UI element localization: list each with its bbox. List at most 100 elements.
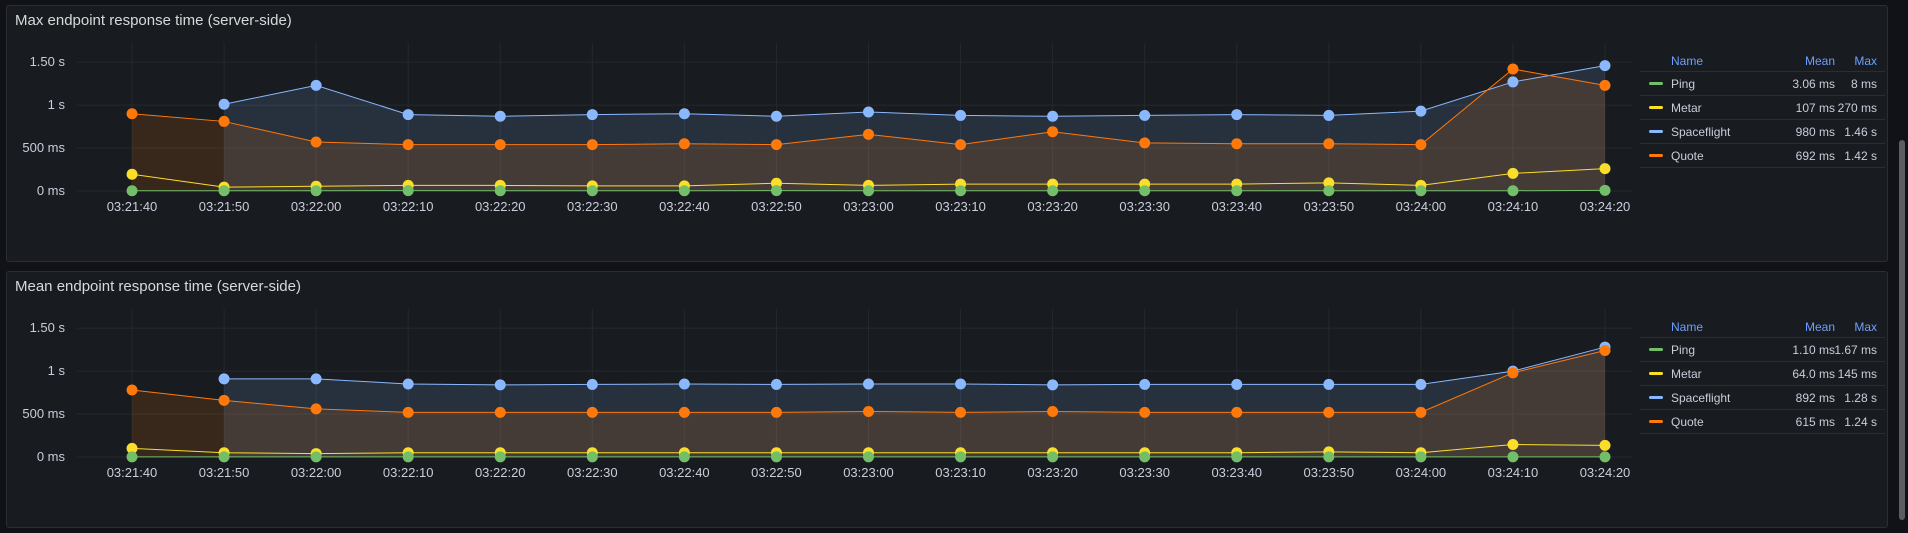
legend-series-name: Spaceflight (1671, 125, 1731, 139)
data-point-quote (1139, 137, 1151, 149)
y-tick-label: 1.50 s (30, 54, 66, 69)
data-point-quote (1231, 138, 1243, 150)
x-tick-label: 03:23:40 (1211, 199, 1262, 214)
data-point-ping (1231, 451, 1243, 463)
data-point-spaceflight (1323, 109, 1335, 121)
data-point-quote (1599, 79, 1611, 91)
legend-item-quote[interactable]: Quote 692 ms 1.42 s (1640, 144, 1885, 168)
data-point-spaceflight (586, 109, 598, 121)
data-point-quote (955, 139, 967, 151)
data-point-spaceflight (1047, 379, 1059, 391)
panel-mean-response-time[interactable]: Mean endpoint response time (server-side… (6, 271, 1888, 528)
legend-item-quote[interactable]: Quote 615 ms 1.24 s (1640, 410, 1885, 434)
y-tick-label: 1 s (48, 363, 66, 378)
legend-header: Name Mean Max (1640, 49, 1885, 72)
legend-header-name[interactable]: Name (1671, 320, 1703, 334)
legend-series-name: Ping (1671, 343, 1696, 357)
data-point-ping (1599, 451, 1611, 463)
legend-header-name[interactable]: Name (1671, 54, 1703, 68)
chart-plot[interactable]: 0 ms 500 ms 1 s 1.50 s 03:21:40 03:21:50 03:22… (7, 272, 1637, 528)
data-point-ping (1323, 185, 1335, 197)
data-point-spaceflight (1139, 378, 1151, 390)
data-point-ping (1599, 184, 1611, 196)
x-tick-label: 03:23:00 (843, 465, 894, 480)
legend-series-name: Spaceflight (1671, 391, 1731, 405)
data-point-ping (126, 451, 138, 463)
x-tick-label: 03:24:00 (1396, 465, 1447, 480)
data-point-quote (770, 139, 782, 151)
data-point-ping (494, 451, 506, 463)
legend-header-max[interactable]: Max (1854, 320, 1877, 334)
panel-max-response-time[interactable]: Max endpoint response time (server-side)… (6, 5, 1888, 262)
legend-item-spaceflight[interactable]: Spaceflight 892 ms 1.28 s (1640, 386, 1885, 410)
legend-max-value: 1.42 s (1844, 149, 1877, 163)
legend-max-value: 1.46 s (1844, 125, 1877, 139)
data-point-quote (1047, 126, 1059, 138)
legend-max-value: 8 ms (1850, 77, 1877, 91)
legend-swatch (1649, 82, 1663, 85)
data-point-metar (126, 168, 138, 180)
legend-header-mean[interactable]: Mean (1805, 54, 1835, 68)
legend-swatch (1649, 348, 1663, 351)
data-point-ping (218, 451, 230, 463)
data-point-ping (126, 185, 138, 197)
legend-item-metar[interactable]: Metar 107 ms 270 ms (1640, 96, 1885, 120)
data-point-quote (1231, 406, 1243, 418)
x-tick-label: 03:21:40 (107, 199, 158, 214)
data-point-spaceflight (1139, 109, 1151, 121)
legend-item-spaceflight[interactable]: Spaceflight 980 ms 1.46 s (1640, 120, 1885, 144)
data-point-metar (1599, 163, 1611, 175)
legend-swatch (1649, 130, 1663, 133)
legend-series-name: Quote (1671, 415, 1704, 429)
data-point-ping (1507, 451, 1519, 463)
legend-mean-value: 980 ms (1795, 125, 1835, 139)
x-tick-label: 03:22:00 (291, 199, 342, 214)
legend-mean-value: 692 ms (1795, 149, 1835, 163)
data-point-quote (402, 139, 414, 151)
legend-item-ping[interactable]: Ping 1.10 ms 1.67 ms (1640, 338, 1885, 362)
x-tick-label: 03:23:10 (935, 199, 986, 214)
x-tick-label: 03:24:20 (1580, 465, 1631, 480)
data-point-spaceflight (863, 106, 874, 118)
data-point-quote (218, 394, 230, 406)
data-point-quote (1323, 138, 1335, 150)
data-point-quote (586, 406, 598, 418)
data-point-quote (494, 406, 506, 418)
data-point-spaceflight (678, 378, 690, 390)
chart-plot[interactable]: 0 ms 500 ms 1 s 1.50 s 03:21:40 03:21:50 03:22… (7, 6, 1637, 262)
data-point-quote (310, 136, 322, 148)
data-point-quote (494, 139, 506, 151)
data-point-spaceflight (1507, 76, 1519, 88)
legend-swatch (1649, 372, 1663, 375)
page-scrollbar[interactable] (1896, 0, 1908, 533)
data-point-spaceflight (955, 109, 967, 121)
legend-table: Name Mean Max Ping 1.10 ms 1.67 ms Metar… (1640, 315, 1885, 434)
y-tick-label: 1.50 s (30, 320, 66, 335)
scrollbar-thumb[interactable] (1899, 140, 1905, 520)
legend-header-max[interactable]: Max (1854, 54, 1877, 68)
x-tick-label: 03:22:30 (567, 199, 618, 214)
x-tick-label: 03:23:30 (1119, 199, 1170, 214)
x-tick-label: 03:23:10 (935, 465, 986, 480)
data-point-ping (1231, 185, 1243, 197)
legend-item-metar[interactable]: Metar 64.0 ms 145 ms (1640, 362, 1885, 386)
legend-header-mean[interactable]: Mean (1805, 320, 1835, 334)
data-point-quote (955, 406, 967, 418)
data-point-spaceflight (678, 108, 690, 120)
legend-mean-value: 64.0 ms (1792, 367, 1835, 381)
x-tick-label: 03:22:20 (475, 199, 526, 214)
legend-mean-value: 892 ms (1795, 391, 1835, 405)
data-point-ping (955, 185, 967, 197)
legend-max-value: 270 ms (1837, 101, 1877, 115)
legend-mean-value: 3.06 ms (1792, 77, 1835, 91)
data-point-ping (1047, 185, 1059, 197)
data-point-quote (586, 139, 598, 151)
legend-item-ping[interactable]: Ping 3.06 ms 8 ms (1640, 72, 1885, 96)
x-tick-label: 03:23:20 (1027, 199, 1078, 214)
data-point-spaceflight (1415, 105, 1427, 117)
data-point-spaceflight (1323, 378, 1335, 390)
y-tick-label: 0 ms (37, 183, 66, 198)
data-point-ping (310, 451, 322, 463)
data-point-metar (1507, 167, 1519, 179)
legend-max-value: 1.28 s (1844, 391, 1877, 405)
